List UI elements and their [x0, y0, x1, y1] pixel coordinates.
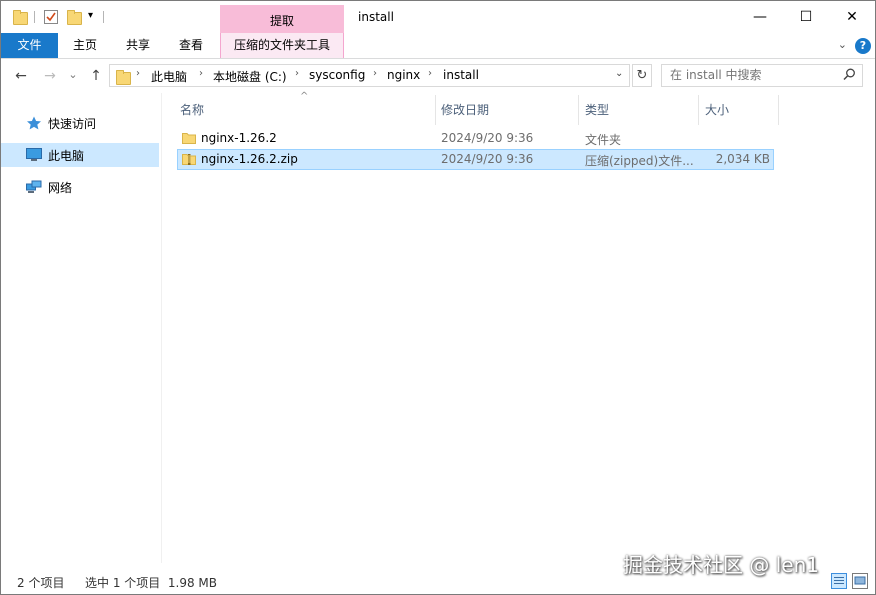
minimize-button[interactable]: —: [737, 1, 783, 33]
tab-compressed-folder-tools[interactable]: 压缩的文件夹工具: [220, 33, 344, 58]
nav-item-this-pc[interactable]: 此电脑: [1, 143, 159, 167]
item-count: 2 个项目: [17, 576, 65, 590]
file-date: 2024/9/20 9:36: [441, 131, 534, 145]
navigation-pane: 快速访问 此电脑 网络: [1, 93, 162, 563]
network-icon: [26, 180, 42, 194]
column-divider[interactable]: [435, 95, 436, 125]
breadcrumb-install[interactable]: install: [443, 68, 479, 82]
nav-item-label: 快速访问: [48, 117, 97, 131]
column-header-name[interactable]: 名称: [180, 101, 204, 118]
separator: [103, 11, 104, 23]
sort-ascending-icon: ^: [300, 91, 309, 102]
large-icons-view-icon[interactable]: [852, 573, 868, 589]
separator: [34, 11, 35, 23]
file-list: ^ 名称 修改日期 类型 大小 nginx-1.26.2 2024/9/20 9…: [162, 91, 875, 563]
back-button[interactable]: ←: [12, 68, 30, 84]
file-name: nginx-1.26.2.zip: [201, 152, 298, 166]
chevron-right-icon[interactable]: ›: [295, 68, 299, 79]
chevron-right-icon[interactable]: ›: [199, 68, 203, 79]
context-tab-group: 提取: [220, 5, 344, 33]
file-date: 2024/9/20 9:36: [441, 152, 534, 166]
breadcrumb-nginx[interactable]: nginx: [387, 68, 420, 82]
breadcrumb-local-disk[interactable]: 本地磁盘 (C:): [213, 68, 287, 85]
watermark-text: 掘金技术社区 @ len1: [623, 553, 819, 577]
star-icon: [26, 116, 42, 130]
chevron-right-icon[interactable]: ›: [428, 68, 432, 79]
tab-file[interactable]: 文件: [1, 33, 58, 58]
chevron-down-icon[interactable]: ⌄: [615, 68, 623, 79]
file-size: 2,034 KB: [715, 152, 770, 166]
chevron-down-icon[interactable]: ⌄: [838, 38, 847, 51]
file-type: 文件夹: [585, 133, 622, 147]
nav-item-label: 网络: [48, 181, 73, 195]
computer-icon: [26, 148, 42, 162]
title-bar: ▾ 提取 install — ☐ ✕: [1, 1, 875, 33]
ribbon-tabs: 文件 主页 共享 查看 压缩的文件夹工具 ⌄ ?: [1, 33, 875, 59]
up-button[interactable]: ↑: [87, 68, 105, 84]
nav-item-label: 此电脑: [48, 149, 85, 163]
properties-icon[interactable]: [44, 10, 58, 24]
search-icon[interactable]: [843, 68, 856, 85]
customize-quick-access-icon[interactable]: ▾: [88, 10, 93, 21]
column-divider[interactable]: [778, 95, 779, 125]
table-row[interactable]: nginx-1.26.2.zip 2024/9/20 9:36 压缩(zippe…: [177, 149, 774, 170]
file-explorer-window: ▾ 提取 install — ☐ ✕ 文件 主页 共享 查看 压缩的文件夹工具 …: [0, 0, 876, 595]
window-title: install: [358, 10, 394, 24]
forward-button[interactable]: →: [41, 68, 59, 84]
zip-folder-icon: [182, 151, 196, 166]
new-folder-icon[interactable]: [67, 10, 82, 25]
breadcrumb-sysconfig[interactable]: sysconfig: [309, 68, 365, 82]
column-header-type[interactable]: 类型: [585, 101, 609, 118]
context-tab-title: 提取: [269, 14, 294, 28]
column-header-date[interactable]: 修改日期: [441, 101, 489, 118]
maximize-button[interactable]: ☐: [783, 1, 829, 33]
folder-icon: [13, 10, 28, 25]
address-row: ← → ⌄ ↑ › 此电脑 › 本地磁盘 (C:) › sysconfig › …: [1, 59, 875, 93]
nav-item-network[interactable]: 网络: [1, 175, 159, 199]
folder-icon: [116, 70, 131, 85]
recent-locations-button[interactable]: ⌄: [64, 68, 82, 81]
chevron-right-icon[interactable]: ›: [373, 68, 377, 79]
search-box[interactable]: [661, 64, 863, 87]
close-button[interactable]: ✕: [829, 1, 875, 33]
selection-info: 选中 1 个项目 1.98 MB: [85, 576, 218, 590]
help-icon[interactable]: ?: [855, 38, 871, 54]
chevron-right-icon[interactable]: ›: [136, 68, 140, 79]
folder-icon: [182, 130, 196, 145]
breadcrumb-this-pc[interactable]: 此电脑: [151, 68, 187, 85]
column-divider[interactable]: [698, 95, 699, 125]
table-row[interactable]: nginx-1.26.2 2024/9/20 9:36 文件夹: [177, 128, 774, 149]
refresh-button[interactable]: ↻: [632, 64, 652, 87]
search-input[interactable]: [670, 68, 835, 82]
tab-view[interactable]: 查看: [167, 33, 215, 58]
column-divider[interactable]: [578, 95, 579, 125]
address-bar[interactable]: › 此电脑 › 本地磁盘 (C:) › sysconfig › nginx › …: [109, 64, 630, 87]
column-header-size[interactable]: 大小: [705, 101, 729, 118]
file-name: nginx-1.26.2: [201, 131, 277, 145]
tab-home[interactable]: 主页: [61, 33, 109, 58]
file-type: 压缩(zipped)文件...: [585, 154, 694, 168]
tab-share[interactable]: 共享: [114, 33, 162, 58]
details-view-icon[interactable]: [831, 573, 847, 589]
nav-item-quick-access[interactable]: 快速访问: [1, 111, 159, 135]
